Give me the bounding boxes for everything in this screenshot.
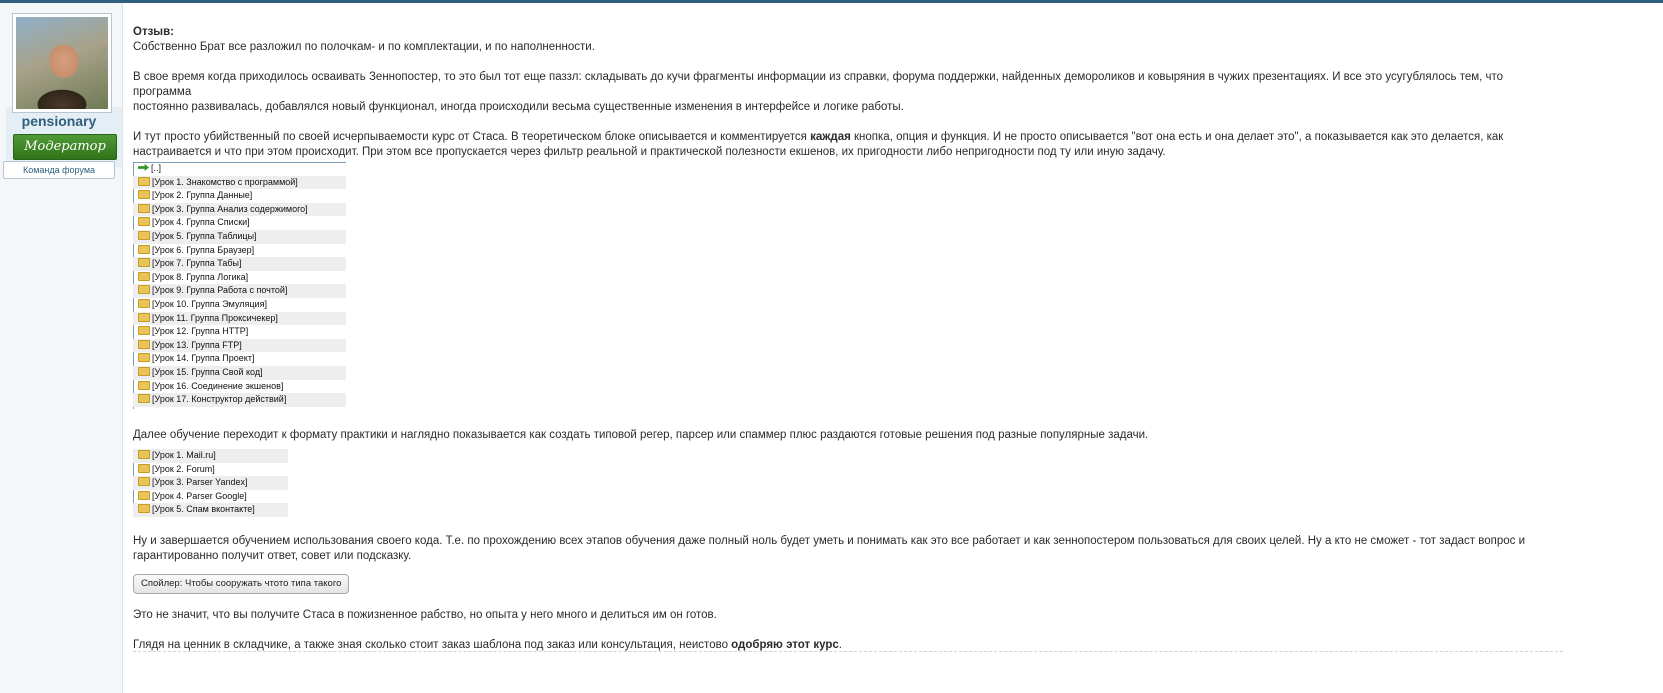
lesson-folder-item[interactable]: [Урок 16. Соединение экшенов] — [133, 380, 346, 394]
lesson-folder-label: [Урок 2. Группа Данные] — [152, 190, 253, 201]
lesson-folder-label: [Урок 16. Соединение экшенов] — [152, 380, 284, 391]
lesson-folder-item[interactable]: [Урок 3. Группа Анализ содержимого] — [133, 202, 346, 217]
lesson-folder-item[interactable]: [Урок 14. Группа Проект] — [133, 352, 346, 366]
user-info-sidebar: pensionary Модератор Команда форума — [0, 3, 123, 693]
lesson-folder-label: [Урок 12. Группа HTTP] — [152, 326, 249, 337]
folder-icon — [138, 463, 150, 473]
lesson-folder-item[interactable]: [Урок 5. Группа Таблицы] — [133, 229, 346, 244]
post-divider — [133, 651, 1563, 652]
username-link[interactable]: pensionary — [6, 113, 112, 129]
paragraph-2: В свое время когда приходилось осваивать… — [133, 71, 1504, 98]
lesson-tree-theory: [..] [Урок 1. Знакомство с программой] [У… — [133, 162, 346, 409]
paragraph-4: Далее обучение переходит к формату практ… — [133, 429, 1149, 441]
rank-badge-moderator: Модератор — [13, 134, 117, 160]
bold-each: каждая — [810, 131, 851, 143]
lesson-tree-practice: [Урок 1. Mail.ru] [Урок 2. Forum] [Урок 3.… — [133, 449, 288, 517]
bold-approve: одобряю этот курс — [731, 639, 839, 651]
lesson-folder-item[interactable]: [Урок 7. Группа Табы] — [133, 257, 346, 271]
folder-icon — [138, 504, 150, 514]
top-border — [0, 0, 1663, 3]
practice-folder-label: [Урок 1. Mail.ru] — [152, 450, 216, 460]
avatar-frame[interactable] — [12, 13, 112, 113]
paragraph-3-end: кнопка, опция и функция. И не просто опи… — [850, 131, 1504, 143]
practice-folder-item[interactable]: [Урок 1. Mail.ru] — [133, 449, 288, 463]
lesson-folder-label: [Урок 9. Группа Работа с почтой] — [152, 285, 288, 296]
folder-icon — [138, 217, 150, 227]
folder-icon — [138, 258, 150, 268]
folder-icon — [138, 326, 150, 336]
lesson-folder-item[interactable]: [Урок 9. Группа Работа с почтой] — [133, 284, 346, 298]
practice-folder-label: [Урок 5. Спам вконтакте] — [152, 504, 255, 515]
review-heading: Отзыв: — [133, 26, 175, 38]
folder-icon — [138, 176, 150, 186]
lesson-folder-label: [Урок 11. Группа Проксичекер] — [152, 312, 278, 323]
lesson-folder-label: [Урок 10. Группа Эмуляция] — [152, 298, 267, 309]
folder-icon — [138, 312, 150, 322]
spoiler-button[interactable]: Спойлер: Чтобы сооружать чтото типа тако… — [133, 574, 350, 594]
lesson-folder-item[interactable]: [Урок 8. Группа Логика] — [133, 271, 346, 285]
up-arrow-icon — [138, 164, 149, 171]
lesson-folder-item[interactable]: [Урок 11. Группа Проксичекер] — [133, 311, 346, 326]
folder-icon — [138, 339, 150, 349]
paragraph-6: Это не значит, что вы получите Стаса в п… — [133, 609, 717, 621]
folder-icon — [138, 450, 150, 459]
tree-up-label: [..] — [151, 163, 162, 173]
lesson-folder-label: [Урок 17. Конструктор действий] — [152, 394, 287, 405]
lesson-folder-label: [Урок 6. Группа Браузер] — [152, 244, 255, 255]
folder-icon — [138, 366, 150, 376]
lesson-folder-item[interactable]: [Урок 15. Группа Свой код] — [133, 365, 346, 380]
lesson-folder-item[interactable]: [Урок 17. Конструктор действий] — [133, 393, 346, 407]
lesson-folder-item[interactable]: [Урок 13. Группа FTP] — [133, 338, 346, 353]
folder-icon — [138, 353, 150, 363]
tree-up-row[interactable]: [..] — [133, 162, 346, 176]
lesson-folder-label: [Урок 15. Группа Свой код] — [152, 366, 263, 377]
team-badge: Команда форума — [3, 161, 115, 179]
paragraph-3-start: И тут просто убийственный по своей исчер… — [133, 131, 811, 143]
lesson-folder-item[interactable]: [Урок 10. Группа Эмуляция] — [133, 298, 346, 312]
paragraph-7-end: . — [838, 639, 842, 651]
folder-icon — [138, 298, 150, 308]
practice-folder-item[interactable]: [Урок 3. Parser Yandex] — [133, 476, 288, 490]
practice-folder-label: [Урок 3. Parser Yandex] — [152, 477, 248, 488]
lesson-folder-item[interactable]: [Урок 1. Знакомство с программой] — [133, 175, 346, 190]
lesson-folder-label: [Урок 4. Группа Списки] — [152, 217, 250, 228]
lesson-folder-item[interactable]: [Урок 6. Группа Браузер] — [133, 244, 346, 258]
post-message: Отзыв: Собственно Брат все разложил по п… — [133, 25, 1563, 653]
folder-icon — [138, 477, 150, 487]
lesson-folder-item[interactable]: [Урок 12. Группа HTTP] — [133, 325, 346, 339]
paragraph-1: Собственно Брат все разложил по полочкам… — [133, 41, 595, 53]
lesson-folder-label: [Урок 1. Знакомство с программой] — [152, 176, 298, 187]
paragraph-3: И тут просто убийственный по своей исчер… — [133, 130, 1563, 145]
paragraph-2-cont: постоянно развивалась, добавлялся новый … — [133, 101, 904, 113]
paragraph-3-cont: настраивается и что при этом происходит.… — [133, 146, 1166, 158]
practice-folder-item[interactable]: [Урок 5. Спам вконтакте] — [133, 503, 288, 517]
folder-icon — [138, 190, 150, 200]
lesson-folder-label: [Урок 8. Группа Логика] — [152, 271, 249, 282]
practice-folder-label: [Урок 2. Forum] — [152, 463, 215, 474]
folder-icon — [138, 394, 150, 404]
practice-folder-item[interactable]: [Урок 4. Parser Google] — [133, 490, 288, 504]
lesson-folder-label: [Урок 5. Группа Таблицы] — [152, 230, 257, 241]
lesson-folder-label: [Урок 14. Группа Проект] — [152, 353, 255, 364]
practice-folder-item[interactable]: [Урок 2. Forum] — [133, 463, 288, 477]
paragraph-7-start: Глядя на ценник в складчике, а также зна… — [133, 639, 732, 651]
folder-icon — [138, 490, 150, 500]
lesson-folder-label: [Урок 3. Группа Анализ содержимого] — [152, 203, 308, 214]
practice-folder-label: [Урок 4. Parser Google] — [152, 490, 247, 501]
paragraph-5: Ну и завершается обучением использования… — [133, 535, 1526, 547]
folder-icon — [138, 203, 150, 213]
folder-icon — [138, 230, 150, 240]
lesson-folder-label: [Урок 7. Группа Табы] — [152, 258, 242, 269]
folder-icon — [138, 271, 150, 281]
folder-icon — [138, 380, 150, 390]
folder-icon — [138, 285, 150, 295]
lesson-folder-item[interactable]: [Урок 4. Группа Списки] — [133, 216, 346, 230]
avatar[interactable] — [16, 17, 108, 109]
lesson-folder-label: [Урок 13. Группа FTP] — [152, 339, 242, 350]
lesson-folder-item[interactable]: [Урок 2. Группа Данные] — [133, 189, 346, 203]
folder-icon — [138, 244, 150, 254]
paragraph-5-cont: гарантированно получит ответ, совет или … — [133, 550, 412, 562]
